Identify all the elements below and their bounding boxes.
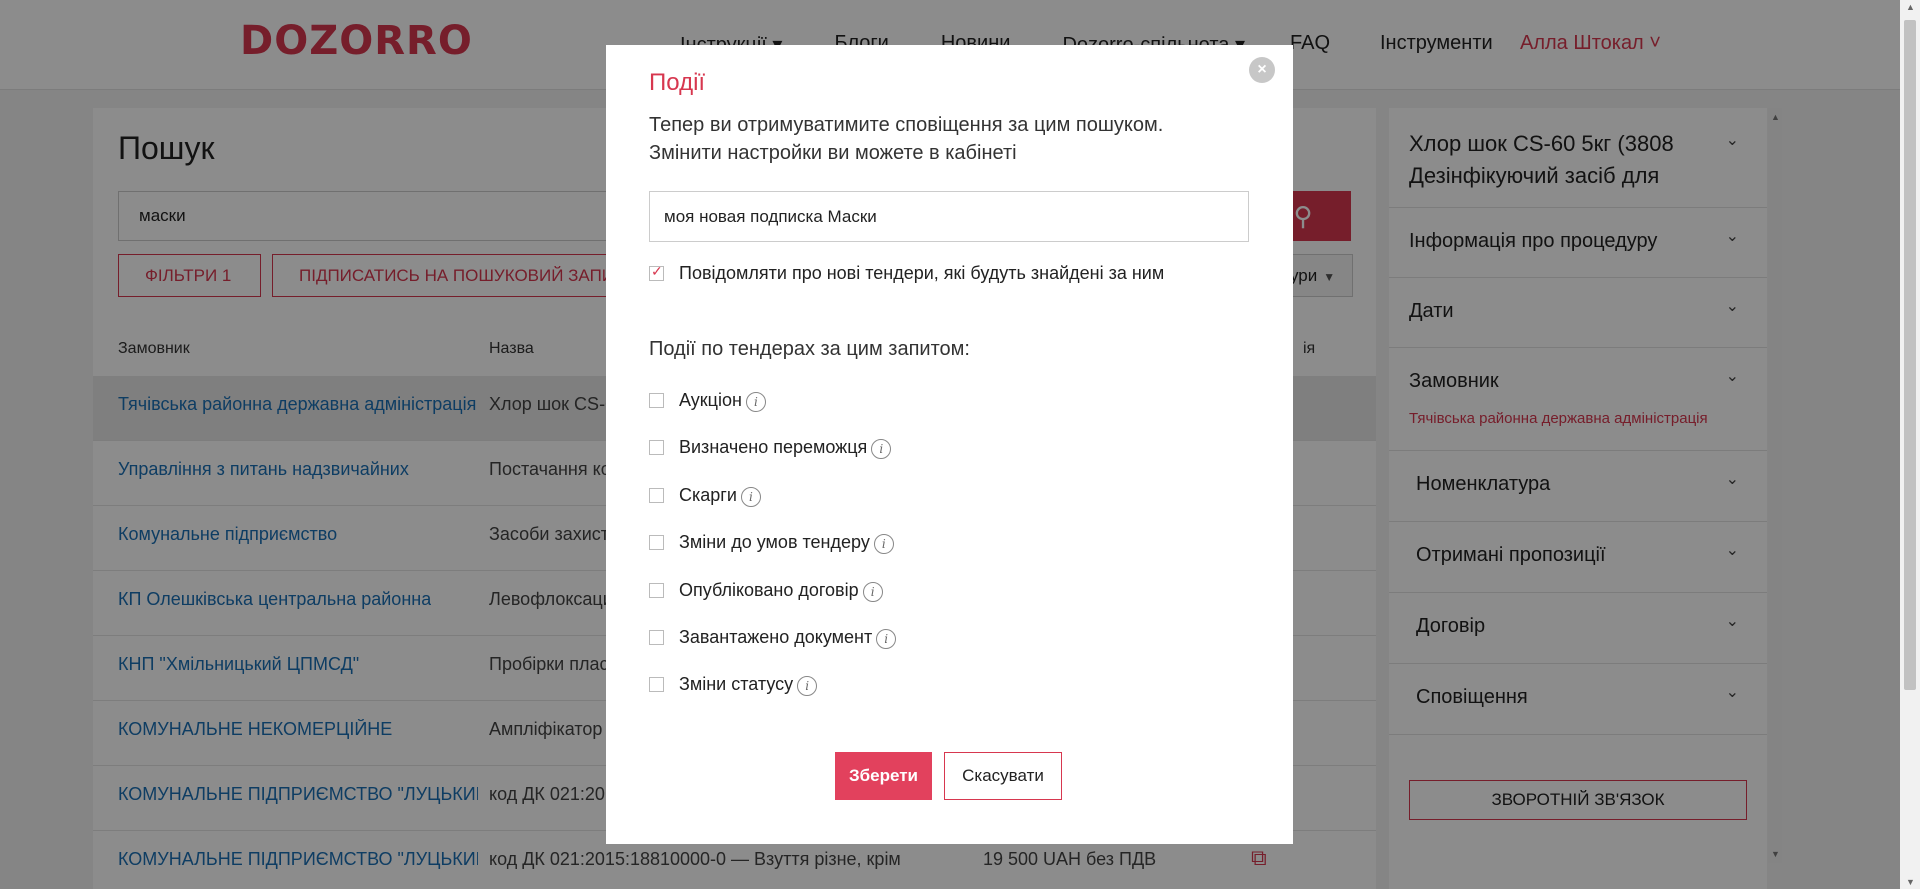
modal-description: Тепер ви отримуватимите сповіщення за ци… <box>649 111 1209 167</box>
modal-title: Події <box>649 69 706 96</box>
events-section-label: Події по тендерах за цим запитом: <box>649 338 970 360</box>
event-option-terms-changes[interactable]: Зміни до умов тендеру i <box>649 532 894 554</box>
event-option-complaints[interactable]: Скарги i <box>649 485 761 507</box>
events-modal: × Події Тепер ви отримуватимите сповіщен… <box>606 45 1293 844</box>
modal-desc-line1: Тепер ви отримуватимите сповіщення за ци… <box>649 114 1164 136</box>
event-checkbox[interactable] <box>649 488 664 503</box>
event-label: Скарги <box>679 485 737 505</box>
subscription-name-field[interactable] <box>649 191 1249 242</box>
info-icon[interactable]: i <box>871 439 892 459</box>
event-checkbox[interactable] <box>649 583 664 598</box>
event-label: Визначено переможця <box>679 437 868 457</box>
info-icon[interactable]: i <box>740 487 761 507</box>
info-icon[interactable]: i <box>873 534 894 554</box>
event-option-status-changes[interactable]: Зміни статусу i <box>649 674 818 696</box>
notify-new-tenders-option[interactable]: Повідомляти про нові тендери, які будуть… <box>649 263 1164 284</box>
event-checkbox[interactable] <box>649 393 664 408</box>
info-icon[interactable]: i <box>745 392 766 412</box>
event-checkbox[interactable] <box>649 677 664 692</box>
scroll-up-icon[interactable]: ▲ <box>1906 2 1915 12</box>
event-label: Завантажено документ <box>679 627 873 647</box>
info-icon[interactable]: i <box>862 582 883 602</box>
event-checkbox[interactable] <box>649 630 664 645</box>
info-icon[interactable]: i <box>797 676 818 696</box>
event-option-document-uploaded[interactable]: Завантажено документ i <box>649 627 897 649</box>
info-icon[interactable]: i <box>876 629 897 649</box>
page-scrollbar[interactable]: ▲ ▼ <box>1900 0 1920 889</box>
notify-checkbox[interactable] <box>649 263 664 281</box>
event-checkbox[interactable] <box>649 535 664 550</box>
cancel-button[interactable]: Скасувати <box>944 752 1062 800</box>
event-label: Аукціон <box>679 390 742 410</box>
scroll-down-icon[interactable]: ▼ <box>1906 877 1915 887</box>
event-label: Зміни до умов тендеру <box>679 532 870 552</box>
notify-label: Повідомляти про нові тендери, які будуть… <box>679 263 1165 283</box>
event-option-winner[interactable]: Визначено переможця i <box>649 437 892 459</box>
modal-desc-line2: Змінити настройки ви можете в кабінеті <box>649 142 1017 164</box>
close-icon[interactable]: × <box>1249 57 1275 83</box>
event-option-auction[interactable]: Аукціон i <box>649 390 766 412</box>
save-button[interactable]: Зберети <box>835 752 932 800</box>
scrollbar-thumb[interactable] <box>1904 20 1916 690</box>
event-option-contract-published[interactable]: Опубліковано договір i <box>649 580 883 602</box>
event-label: Опубліковано договір <box>679 580 859 600</box>
event-label: Зміни статусу <box>679 674 794 694</box>
event-checkbox[interactable] <box>649 440 664 455</box>
